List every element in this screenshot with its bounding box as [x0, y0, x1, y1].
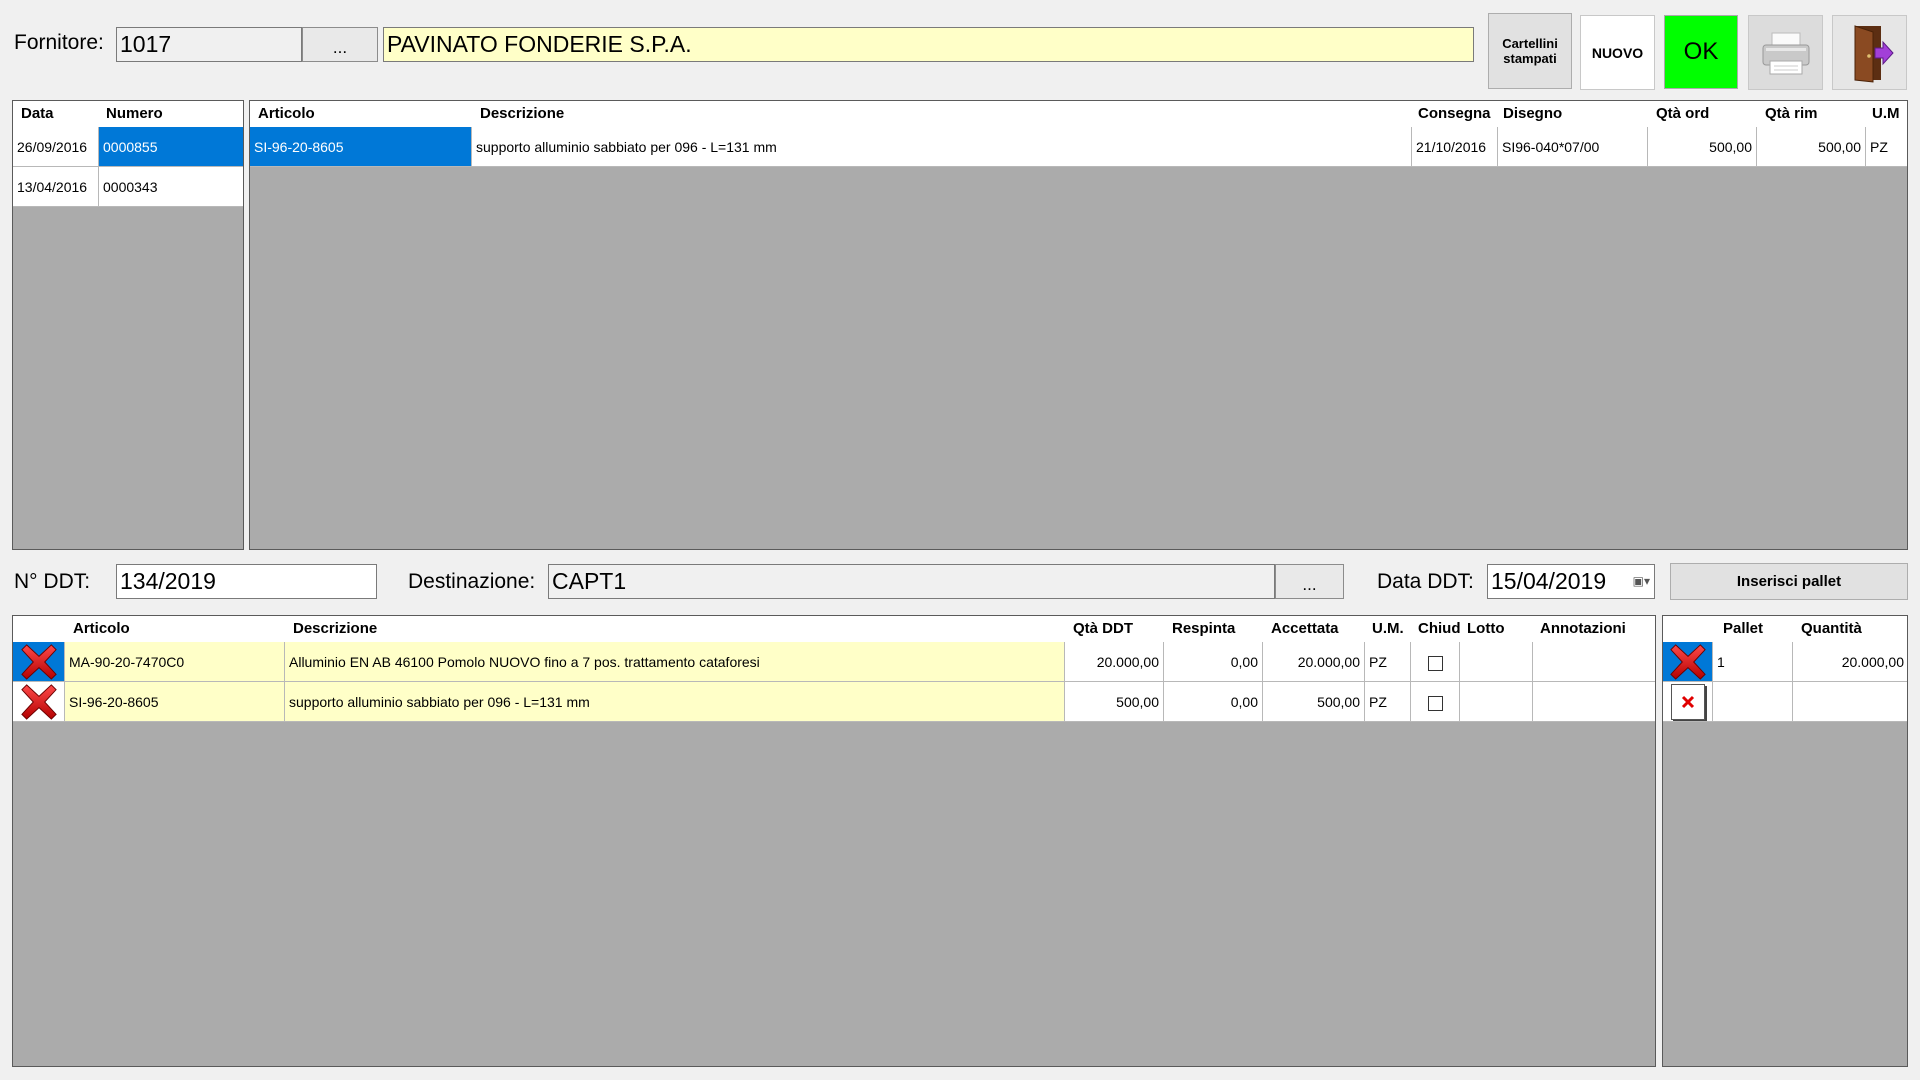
ddt-line-descrizione[interactable]: supporto alluminio sabbiato per 096 - L=…: [285, 682, 1065, 722]
order-lines-col-disegno[interactable]: Disegno: [1498, 101, 1648, 127]
ddt-line-annotazioni[interactable]: [1533, 682, 1655, 722]
calendar-dropdown-icon[interactable]: ▣▾: [1633, 565, 1650, 598]
exit-button[interactable]: [1832, 15, 1907, 90]
order-line-consegna[interactable]: 21/10/2016: [1412, 127, 1498, 167]
ddt-number-label: N° DDT:: [14, 570, 91, 593]
pallet-row-quantity[interactable]: [1793, 682, 1907, 722]
chiuso-checkbox[interactable]: [1427, 695, 1443, 711]
ddt-line-articolo[interactable]: SI-96-20-8605: [65, 682, 285, 722]
exit-door-icon: [1854, 24, 1894, 83]
ddt-lines-col-chiuso[interactable]: Chiud: [1411, 616, 1460, 642]
delete-small-x-icon: [1670, 683, 1705, 720]
ddt-lines-col-lotto[interactable]: Lotto: [1460, 616, 1533, 642]
ddt-line-accettata[interactable]: 20.000,00: [1263, 642, 1365, 682]
ddt-line-qta-ddt[interactable]: 500,00: [1065, 682, 1164, 722]
pallet-grid: Pallet Quantità 1 20.000,00: [1662, 615, 1908, 1067]
ddt-line-lotto[interactable]: [1460, 642, 1533, 682]
ddt-line-accettata[interactable]: 500,00: [1263, 682, 1365, 722]
ddt-lines-col-respinta[interactable]: Respinta: [1164, 616, 1263, 642]
ddt-number-field[interactable]: 134/2019: [116, 564, 377, 599]
ddt-lines-grid: Articolo Descrizione Qtà DDT Respinta Ac…: [12, 615, 1656, 1067]
pallet-row-quantity[interactable]: 20.000,00: [1793, 642, 1907, 682]
ddt-lines-col-um[interactable]: U.M.: [1365, 616, 1411, 642]
ddt-line-annotazioni[interactable]: [1533, 642, 1655, 682]
pallet-col-quantita[interactable]: Quantità: [1793, 616, 1907, 642]
order-lines-col-um[interactable]: U.M: [1866, 101, 1907, 127]
ddt-line-um[interactable]: PZ: [1365, 642, 1411, 682]
ddt-lines-col-delete: [13, 616, 65, 642]
delete-row-button[interactable]: [13, 682, 65, 722]
nuovo-button[interactable]: NUOVO: [1580, 15, 1655, 90]
delete-x-icon: [1668, 643, 1708, 681]
ddt-line-respinta[interactable]: 0,00: [1164, 642, 1263, 682]
pallet-col-delete: [1663, 616, 1713, 642]
ddt-lines-col-accettata[interactable]: Accettata: [1263, 616, 1365, 642]
printer-icon: [1762, 32, 1809, 74]
order-row-date[interactable]: 26/09/2016: [13, 127, 99, 167]
order-lines-grid: Articolo Descrizione Consegna Disegno Qt…: [249, 100, 1908, 550]
ddt-line-respinta[interactable]: 0,00: [1164, 682, 1263, 722]
delete-pallet-button[interactable]: [1663, 642, 1713, 682]
ddt-line-articolo[interactable]: MA-90-20-7470C0: [65, 642, 285, 682]
ddt-lines-col-annotazioni[interactable]: Annotazioni: [1533, 616, 1655, 642]
order-lines-col-descrizione[interactable]: Descrizione: [472, 101, 1412, 127]
orders-grid: Data Numero 26/09/2016 0000855 13/04/201…: [12, 100, 244, 550]
ddt-line-chiuso[interactable]: [1411, 642, 1460, 682]
order-row-number[interactable]: 0000343: [99, 167, 243, 207]
ddt-line-um[interactable]: PZ: [1365, 682, 1411, 722]
pallet-row-number[interactable]: 1: [1713, 642, 1793, 682]
cartellini-stampati-button[interactable]: Cartellini stampati: [1488, 13, 1572, 89]
ddt-lines-col-qta-ddt[interactable]: Qtà DDT: [1065, 616, 1164, 642]
ddt-lines-col-descrizione[interactable]: Descrizione: [285, 616, 1065, 642]
order-line-disegno[interactable]: SI96-040*07/00: [1498, 127, 1648, 167]
delete-x-icon: [19, 643, 59, 681]
ddt-line-chiuso[interactable]: [1411, 682, 1460, 722]
chiuso-checkbox[interactable]: [1427, 655, 1443, 671]
ddt-date-value: 15/04/2019: [1491, 568, 1607, 594]
destinazione-label: Destinazione:: [408, 570, 536, 593]
order-lines-col-consegna[interactable]: Consegna: [1412, 101, 1498, 127]
destinazione-lookup-button[interactable]: ...: [1275, 564, 1344, 599]
inserisci-pallet-button[interactable]: Inserisci pallet: [1670, 563, 1908, 600]
destinazione-field[interactable]: CAPT1: [548, 564, 1275, 599]
pallet-col-pallet[interactable]: Pallet: [1713, 616, 1793, 642]
ddt-line-descrizione[interactable]: Alluminio EN AB 46100 Pomolo NUOVO fino …: [285, 642, 1065, 682]
orders-col-data[interactable]: Data: [13, 101, 98, 127]
orders-col-numero[interactable]: Numero: [98, 101, 243, 127]
ddt-date-label: Data DDT:: [1377, 570, 1474, 593]
new-pallet-delete-button[interactable]: [1663, 682, 1713, 722]
ddt-line-qta-ddt[interactable]: 20.000,00: [1065, 642, 1164, 682]
order-lines-col-qta-ord[interactable]: Qtà ord: [1648, 101, 1757, 127]
order-lines-col-articolo[interactable]: Articolo: [250, 101, 472, 127]
order-line-descrizione[interactable]: supporto alluminio sabbiato per 096 - L=…: [472, 127, 1412, 167]
print-button[interactable]: [1748, 15, 1823, 90]
order-line-articolo[interactable]: SI-96-20-8605: [250, 127, 472, 167]
order-lines-col-qta-rim[interactable]: Qtà rim: [1757, 101, 1866, 127]
fornitore-lookup-button[interactable]: ...: [302, 27, 378, 62]
order-line-qta-rim[interactable]: 500,00: [1757, 127, 1866, 167]
order-row-number[interactable]: 0000855: [99, 127, 243, 167]
ddt-lines-col-articolo[interactable]: Articolo: [65, 616, 285, 642]
delete-x-icon: [19, 683, 59, 721]
order-line-qta-ord[interactable]: 500,00: [1648, 127, 1757, 167]
ddt-date-field[interactable]: 15/04/2019 ▣▾: [1487, 564, 1655, 599]
order-line-um[interactable]: PZ: [1866, 127, 1907, 167]
pallet-row-number[interactable]: [1713, 682, 1793, 722]
delete-row-button[interactable]: [13, 642, 65, 682]
fornitore-label: Fornitore:: [14, 31, 104, 54]
order-row-date[interactable]: 13/04/2016: [13, 167, 99, 207]
fornitore-code-field[interactable]: 1017: [116, 27, 302, 62]
ddt-line-lotto[interactable]: [1460, 682, 1533, 722]
fornitore-name-field[interactable]: PAVINATO FONDERIE S.P.A.: [383, 27, 1474, 62]
ok-button[interactable]: OK: [1664, 15, 1738, 89]
